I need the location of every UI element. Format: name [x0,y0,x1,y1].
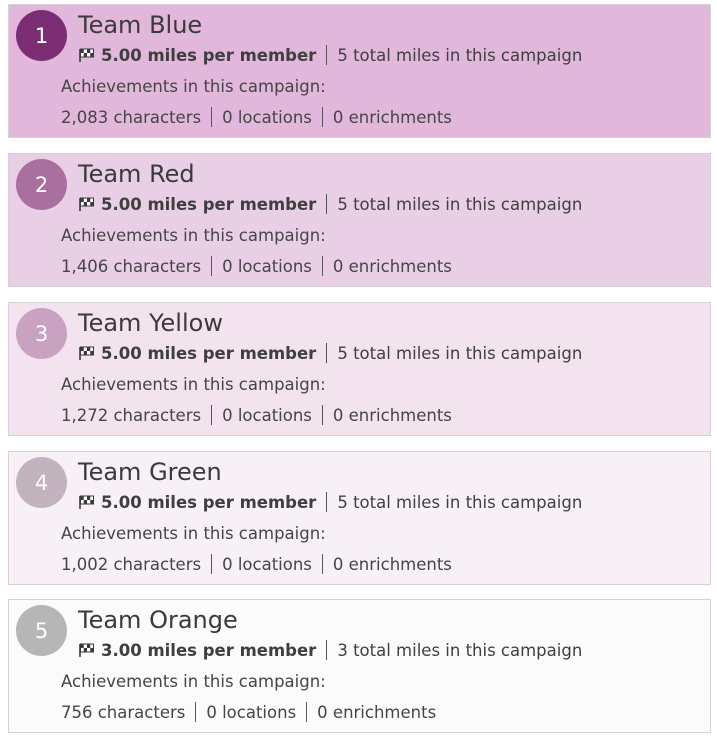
achievements-stats: 2,083 characters 0 locations 0 enrichmen… [61,107,452,127]
team-name: Team Orange [78,606,238,634]
separator [321,554,323,574]
team-card: 3 Team Yellow 5.00 miles per member 5 to… [8,302,711,436]
team-card: 5 Team Orange 3.00 miles per member 3 to… [8,599,711,733]
team-card: 1 Team Blue 5.00 miles per member 5 tota… [8,4,711,138]
miles-per-member: 5.00 miles per member [101,194,317,214]
separator [326,640,328,660]
miles-line: 5.00 miles per member 5 total miles in t… [78,343,582,363]
enrichments-count: 0 enrichments [332,554,452,574]
team-card: 2 Team Red 5.00 miles per member 5 total… [8,153,711,287]
rank-badge: 5 [16,605,67,656]
miles-line: 5.00 miles per member 5 total miles in t… [78,492,582,512]
enrichments-count: 0 enrichments [332,107,452,127]
achievements-stats: 756 characters 0 locations 0 enrichments [61,702,436,722]
enrichments-count: 0 enrichments [332,405,452,425]
separator [195,702,197,722]
separator [326,492,328,512]
separator [211,405,213,425]
checkered-flag-icon [79,495,94,509]
enrichments-count: 0 enrichments [317,702,437,722]
rank-badge: 3 [16,308,67,359]
total-miles: 5 total miles in this campaign [337,492,583,512]
characters-count: 1,406 characters [61,256,202,276]
separator [326,45,328,65]
team-name: Team Red [78,160,195,188]
locations-count: 0 locations [222,405,312,425]
team-name: Team Yellow [78,309,223,337]
separator [321,405,323,425]
characters-count: 756 characters [61,702,186,722]
total-miles: 5 total miles in this campaign [337,45,583,65]
team-card: 4 Team Green 5.00 miles per member 5 tot… [8,451,711,585]
separator [211,107,213,127]
achievements-stats: 1,002 characters 0 locations 0 enrichmen… [61,554,452,574]
characters-count: 1,272 characters [61,405,202,425]
checkered-flag-icon [79,643,94,657]
miles-line: 5.00 miles per member 5 total miles in t… [78,194,582,214]
achievements-label: Achievements in this campaign: [61,77,326,96]
total-miles: 5 total miles in this campaign [337,343,583,363]
locations-count: 0 locations [222,554,312,574]
achievements-stats: 1,406 characters 0 locations 0 enrichmen… [61,256,452,276]
miles-line: 3.00 miles per member 3 total miles in t… [78,640,582,660]
achievements-stats: 1,272 characters 0 locations 0 enrichmen… [61,405,452,425]
rank-badge: 1 [16,10,67,61]
checkered-flag-icon [79,48,94,62]
team-name: Team Blue [78,11,203,39]
achievements-label: Achievements in this campaign: [61,226,326,245]
miles-line: 5.00 miles per member 5 total miles in t… [78,45,582,65]
separator [326,194,328,214]
achievements-label: Achievements in this campaign: [61,672,326,691]
rank-badge: 4 [16,457,67,508]
locations-count: 0 locations [222,107,312,127]
locations-count: 0 locations [222,256,312,276]
characters-count: 2,083 characters [61,107,202,127]
miles-per-member: 5.00 miles per member [101,45,317,65]
miles-per-member: 5.00 miles per member [101,492,317,512]
separator [326,343,328,363]
miles-per-member: 3.00 miles per member [101,640,317,660]
achievements-label: Achievements in this campaign: [61,375,326,394]
separator [321,256,323,276]
checkered-flag-icon [79,197,94,211]
characters-count: 1,002 characters [61,554,202,574]
rank-badge: 2 [16,159,67,210]
miles-per-member: 5.00 miles per member [101,343,317,363]
team-leaderboard: 1 Team Blue 5.00 miles per member 5 tota… [0,0,717,740]
achievements-label: Achievements in this campaign: [61,524,326,543]
separator [321,107,323,127]
enrichments-count: 0 enrichments [332,256,452,276]
locations-count: 0 locations [206,702,297,722]
separator [211,554,213,574]
checkered-flag-icon [79,346,94,360]
total-miles: 3 total miles in this campaign [337,640,583,660]
separator [211,256,213,276]
total-miles: 5 total miles in this campaign [337,194,583,214]
separator [306,702,308,722]
team-name: Team Green [78,458,222,486]
